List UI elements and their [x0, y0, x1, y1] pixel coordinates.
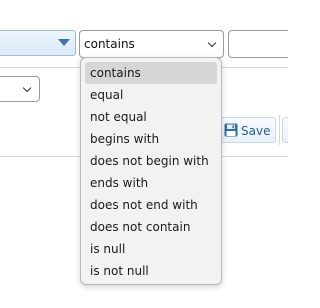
operator-option[interactable]: not equal	[85, 106, 217, 128]
floppy-disk-icon	[224, 123, 238, 137]
divider	[279, 115, 280, 145]
operator-option[interactable]: contains	[85, 62, 217, 84]
secondary-select[interactable]	[0, 76, 40, 102]
operator-select[interactable]: contains	[79, 30, 224, 58]
operator-option[interactable]: is not null	[85, 260, 217, 282]
save-button[interactable]: Save	[218, 117, 276, 143]
field-select[interactable]	[0, 30, 76, 56]
operator-option[interactable]: begins with	[85, 128, 217, 150]
operator-option[interactable]: equal	[85, 84, 217, 106]
operator-select-value: contains	[84, 37, 135, 51]
operator-option[interactable]: does not end with	[85, 194, 217, 216]
save-button-label: Save	[241, 124, 271, 138]
operator-option[interactable]: ends with	[85, 172, 217, 194]
operator-dropdown-list: contains equal not equal begins with doe…	[80, 57, 222, 285]
toolbar-button[interactable]	[282, 117, 288, 143]
operator-option[interactable]: does not contain	[85, 216, 217, 238]
dropdown-arrow-icon	[58, 39, 70, 46]
value-input[interactable]	[228, 30, 288, 58]
chevron-down-icon	[22, 83, 32, 93]
chevron-down-icon	[207, 38, 217, 48]
operator-option[interactable]: is null	[85, 238, 217, 260]
filter-editor: contains Save contains equal not equal b…	[0, 0, 288, 308]
operator-option[interactable]: does not begin with	[85, 150, 217, 172]
